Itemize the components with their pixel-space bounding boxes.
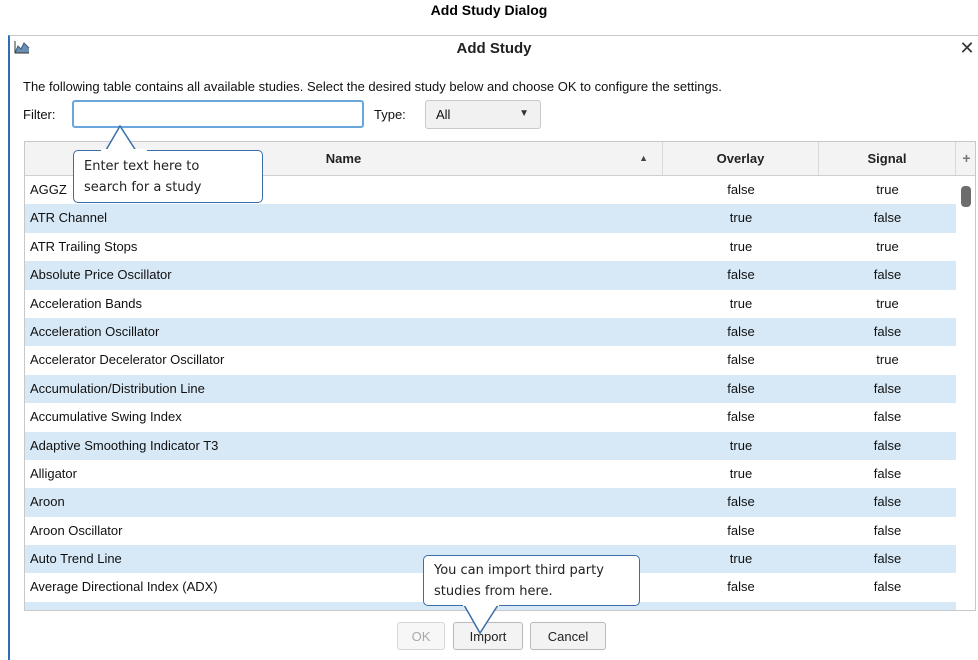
cell-signal: false — [873, 437, 902, 453]
cell-signal: true — [876, 295, 899, 311]
filter-callout-line-2: search for a study — [84, 180, 202, 195]
cell-signal: false — [873, 551, 902, 567]
table-row[interactable]: Aroon Oscillator false false — [25, 517, 956, 545]
cell-signal: false — [819, 602, 956, 610]
cell-overlay: false — [727, 522, 755, 538]
import-callout-pointer — [463, 604, 499, 635]
table-row[interactable]: Acceleration Bands true true — [25, 290, 956, 318]
cell-overlay: false — [727, 267, 755, 283]
cell-signal: false — [873, 579, 902, 595]
cell-name: ATR Trailing Stops — [30, 238, 138, 254]
filter-label: Filter: — [23, 107, 56, 122]
cell-signal: true — [876, 182, 899, 197]
cell-overlay: false — [727, 182, 755, 197]
type-label: Type: — [374, 107, 406, 122]
table-row[interactable]: Alligator true false — [25, 460, 956, 488]
cell-signal: true — [876, 352, 899, 368]
type-selected-value: All — [436, 107, 451, 122]
studies-table: Name ▲ Overlay Signal + AGGZ false true … — [24, 141, 976, 611]
cell-name: Acceleration Oscillator — [30, 323, 160, 339]
cell-signal: false — [873, 409, 902, 425]
cell-name: Accelerator Decelerator Oscillator — [30, 352, 225, 368]
cell-overlay: false — [727, 323, 755, 339]
column-header-overlay[interactable]: Overlay — [663, 142, 819, 175]
cell-overlay: true — [729, 295, 753, 311]
title-bar: Add Study ✕ — [10, 36, 978, 64]
filter-callout-line-1: Enter text here to — [84, 159, 200, 174]
cell-signal: true — [876, 238, 899, 254]
close-icon[interactable]: ✕ — [956, 37, 978, 59]
chevron-down-icon: ▼ — [519, 108, 529, 119]
cell-signal: false — [873, 267, 902, 283]
cell-overlay: false — [727, 380, 755, 396]
cell-signal: false — [873, 494, 902, 510]
cell-overlay: true — [729, 210, 753, 226]
column-header-signal[interactable]: Signal — [819, 142, 956, 175]
cell-name: Aroon — [30, 494, 65, 510]
import-help-callout: You can import third party studies from … — [423, 555, 640, 606]
table-row[interactable]: Acceleration Oscillator false false — [25, 317, 956, 347]
column-header-name-label: Name — [325, 151, 362, 166]
table-row[interactable]: Accumulation/Distribution Line false fal… — [25, 374, 956, 404]
cell-signal: false — [873, 380, 902, 396]
table-row[interactable]: Adaptive Smoothing Indicator T3 true fal… — [25, 431, 956, 460]
cell-name: Absolute Price Oscillator — [30, 267, 172, 283]
cell-overlay: false — [727, 579, 755, 595]
figure-caption: Add Study Dialog — [430, 2, 548, 18]
table-row[interactable]: ATR Trailing Stops true true — [25, 233, 956, 261]
cell-signal: false — [873, 323, 902, 339]
table-row[interactable]: Absolute Price Oscillator false false — [25, 261, 956, 290]
filter-help-callout: Enter text here to search for a study — [73, 150, 263, 203]
table-row[interactable]: Accumulative Swing Index false false — [25, 403, 956, 431]
cell-overlay: false — [663, 602, 819, 610]
cell-overlay: true — [729, 437, 753, 453]
cell-overlay: true — [729, 551, 753, 567]
table-row[interactable]: Accelerator Decelerator Oscillator false… — [25, 346, 956, 374]
sort-ascending-icon: ▲ — [639, 153, 648, 163]
cell-signal: false — [873, 210, 902, 226]
cell-name: ATR Channel — [30, 210, 108, 226]
import-callout-line-2: studies from here. — [434, 584, 553, 599]
import-callout-line-1: You can import third party — [434, 563, 604, 578]
dialog-description: The following table contains all availab… — [23, 79, 722, 94]
cell-overlay: false — [727, 352, 755, 368]
table-body: AGGZ false true ATR Channel true false A… — [25, 176, 956, 610]
cancel-button[interactable]: Cancel — [530, 622, 606, 650]
dialog-title: Add Study — [456, 40, 532, 57]
cell-name: Accumulative Swing Index — [30, 409, 182, 425]
cell-name: Accumulation/Distribution Line — [30, 380, 205, 396]
cell-overlay: true — [729, 238, 753, 254]
cell-signal: false — [873, 522, 902, 538]
filter-pointer-join — [101, 149, 147, 152]
cell-name: Acceleration Bands — [30, 295, 143, 311]
cell-overlay: true — [729, 465, 753, 481]
cell-name: Aroon Oscillator — [30, 522, 123, 538]
cell-overlay: false — [727, 494, 755, 510]
cell-signal: false — [873, 465, 902, 481]
vertical-scrollbar-thumb[interactable] — [961, 186, 971, 207]
cell-name: Alligator — [30, 465, 77, 481]
add-column-icon[interactable]: + — [956, 142, 975, 175]
ok-button[interactable]: OK — [397, 622, 445, 650]
cell-name: Adaptive Smoothing Indicator T3 — [30, 437, 219, 453]
table-row[interactable]: ATR Channel true false — [25, 204, 956, 233]
import-pointer-join — [463, 603, 499, 606]
type-dropdown[interactable]: All ▼ — [425, 100, 541, 129]
table-row[interactable]: Aroon false false — [25, 488, 956, 517]
cell-overlay: false — [727, 409, 755, 425]
